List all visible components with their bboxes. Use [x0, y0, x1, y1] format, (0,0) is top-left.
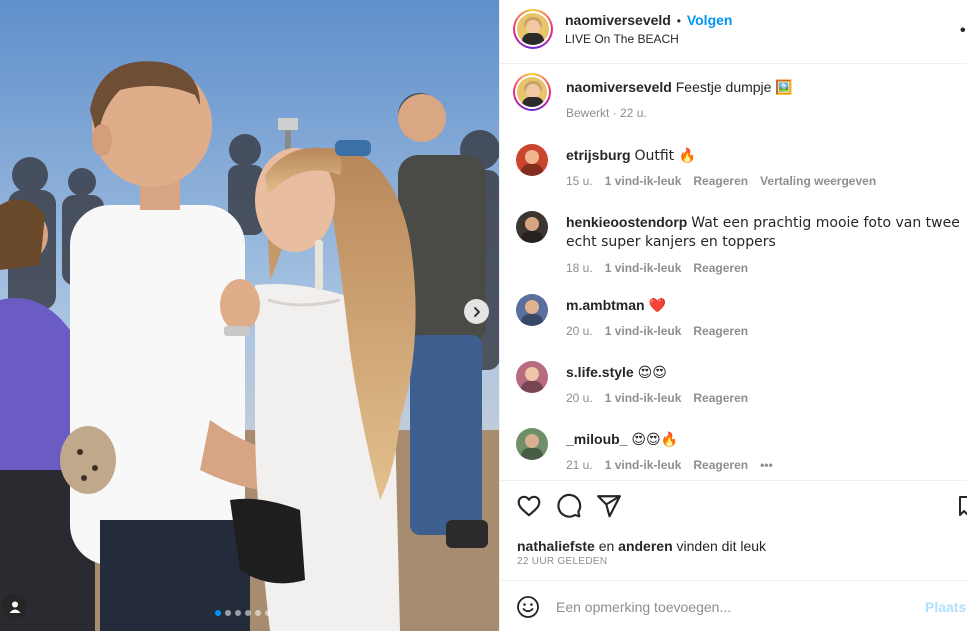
translate-button[interactable]: Vertaling weergeven — [760, 174, 876, 188]
comment-likes[interactable]: 1 vind-ik-leuk — [605, 174, 682, 188]
commenter-username[interactable]: _miloub_ — [566, 431, 627, 447]
carousel-dot — [255, 610, 261, 616]
commenter-avatar[interactable] — [516, 211, 548, 243]
likes-connector: en — [598, 538, 615, 554]
commenter-username[interactable]: etrijsburg — [566, 147, 631, 163]
carousel-dot — [265, 610, 271, 616]
comment-time[interactable]: 20 u. — [566, 324, 593, 338]
post-comment-button[interactable]: Plaatsen — [925, 599, 967, 615]
bookmark-icon[interactable] — [958, 493, 967, 519]
post-location[interactable]: LIVE On The BEACH — [565, 32, 679, 46]
reply-button[interactable]: Reageren — [693, 458, 748, 472]
post-timestamp[interactable]: 22 UUR GELEDEN — [517, 556, 607, 567]
author-username[interactable]: naomiverseveld — [565, 12, 671, 28]
comment-time[interactable]: 21 u. — [566, 458, 593, 472]
smiley-icon[interactable] — [516, 595, 540, 619]
commenter-avatar[interactable] — [516, 294, 548, 326]
liked-by-user[interactable]: nathaliefste — [517, 538, 595, 554]
heart-outline-icon[interactable] — [516, 493, 542, 519]
reply-button[interactable]: Reageren — [693, 261, 748, 275]
commenter-avatar[interactable] — [516, 144, 548, 176]
comment-likes[interactable]: 1 vind-ik-leuk — [605, 261, 682, 275]
comment-text: 😍😍 — [637, 365, 667, 381]
carousel-indicator — [215, 610, 271, 616]
reply-button[interactable]: Reageren — [693, 174, 748, 188]
caption-avatar[interactable] — [513, 73, 551, 111]
commenter-avatar[interactable] — [516, 361, 548, 393]
carousel-dot — [245, 610, 251, 616]
commenter-username[interactable]: s.life.style — [566, 364, 634, 380]
comment-likes[interactable]: 1 vind-ik-leuk — [605, 391, 682, 405]
comment-input[interactable] — [556, 594, 916, 620]
carousel-dot — [235, 610, 241, 616]
add-comment-bar: Plaatsen — [500, 580, 967, 631]
comment-likes[interactable]: 1 vind-ik-leuk — [605, 458, 682, 472]
paper-plane-icon[interactable] — [596, 493, 622, 519]
comment-more-button[interactable]: ••• — [760, 458, 773, 472]
chevron-right-icon — [473, 306, 480, 317]
comment-time[interactable]: 15 u. — [566, 174, 593, 188]
likes-summary: nathaliefste en anderen vinden dit leuk — [517, 538, 766, 554]
comment-text: Outfit 🔥 — [634, 148, 697, 164]
commenter-username[interactable]: henkieoostendorp — [566, 214, 687, 230]
commenter-avatar[interactable] — [516, 428, 548, 460]
caption-username[interactable]: naomiverseveld — [566, 79, 672, 95]
carousel-dot — [215, 610, 221, 616]
more-options-button[interactable]: • — [960, 22, 967, 40]
comment-bubble-icon[interactable] — [556, 493, 582, 519]
likes-suffix: vinden dit leuk — [676, 538, 767, 554]
reply-button[interactable]: Reageren — [693, 324, 748, 338]
caption-meta: Bewerkt · 22 u. — [566, 106, 647, 120]
post-actions: nathaliefste en anderen vinden dit leuk … — [500, 480, 967, 580]
post-photo[interactable] — [0, 0, 499, 631]
photo-scene — [0, 0, 499, 631]
reply-button[interactable]: Reageren — [693, 391, 748, 405]
comment-text: ❤️ — [648, 298, 666, 314]
comment-time[interactable]: 18 u. — [566, 261, 593, 275]
carousel-next-button[interactable] — [464, 299, 489, 324]
post-details-panel: naomiverseveld • Volgen LIVE On The BEAC… — [499, 0, 967, 631]
comment-likes[interactable]: 1 vind-ik-leuk — [605, 324, 682, 338]
comment-time[interactable]: 20 u. — [566, 391, 593, 405]
comments-list[interactable]: naomiverseveld Feestje dumpje 🖼️ Bewerkt… — [500, 64, 967, 480]
liked-by-others[interactable]: anderen — [618, 538, 672, 554]
tagged-users-button[interactable] — [2, 594, 27, 619]
carousel-dot — [225, 610, 231, 616]
header-separator: • — [676, 14, 681, 28]
commenter-username[interactable]: m.ambtman — [566, 297, 645, 313]
post-header: naomiverseveld • Volgen LIVE On The BEAC… — [500, 0, 967, 64]
follow-button[interactable]: Volgen — [687, 12, 733, 28]
caption-text: Feestje dumpje 🖼️ — [675, 79, 793, 95]
comment-text: 😍😍🔥 — [631, 432, 678, 448]
user-silhouette-icon — [9, 601, 20, 613]
avatar[interactable] — [513, 9, 553, 49]
